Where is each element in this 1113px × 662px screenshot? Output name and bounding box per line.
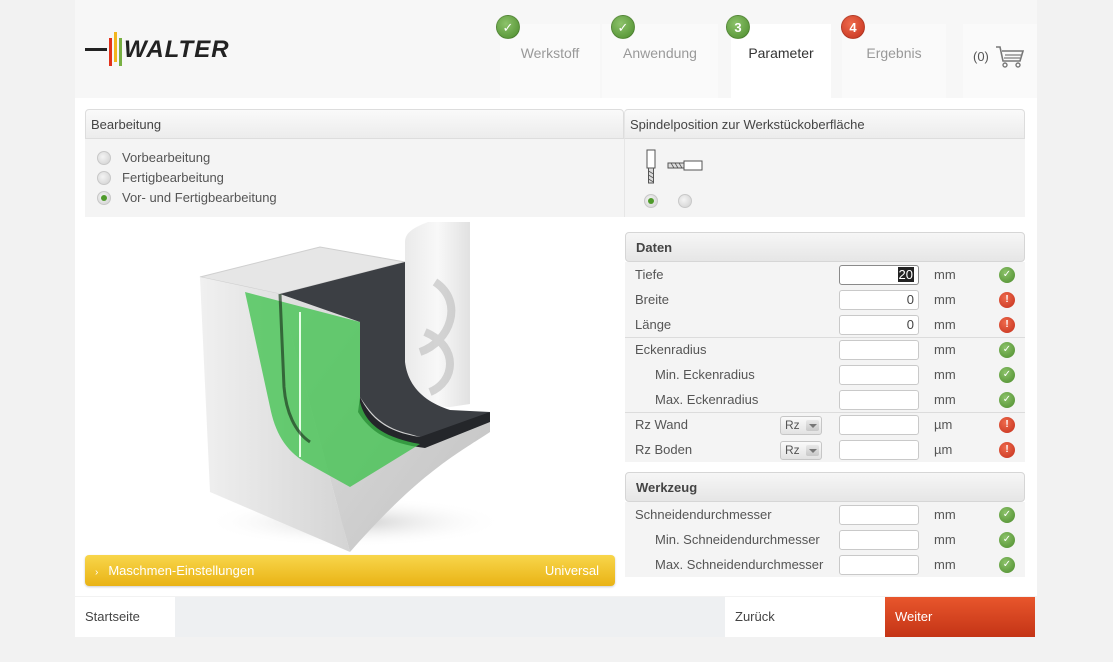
unit-label: µm xyxy=(934,442,953,457)
unit-label: mm xyxy=(934,507,956,522)
werkzeug-header: Werkzeug xyxy=(625,472,1025,502)
step-label: Parameter xyxy=(748,45,814,61)
radio-label: Vorbearbeitung xyxy=(122,150,211,165)
error-icon: ! xyxy=(999,442,1015,458)
radio-vor-und-fertigbearbeitung[interactable] xyxy=(97,191,111,205)
vertical-tool-icon xyxy=(646,149,656,184)
next-button[interactable]: Weiter xyxy=(885,597,1035,637)
error-icon: ! xyxy=(999,317,1015,333)
spindel-header: Spindelposition zur Werkstückoberfläche xyxy=(624,109,1025,139)
field-label: Max. Eckenradius xyxy=(655,392,759,407)
unit-label: mm xyxy=(934,292,956,307)
max-schneidendurchmesser-input[interactable] xyxy=(839,555,919,575)
daten-header: Daten xyxy=(625,232,1025,262)
chevron-down-icon xyxy=(806,420,819,431)
breite-input[interactable]: 0 xyxy=(839,290,919,310)
back-label: Zurück xyxy=(735,609,775,624)
rz-select-value: Rz xyxy=(785,418,800,432)
valid-check-icon: ✓ xyxy=(999,342,1015,358)
cart-icon xyxy=(996,46,1025,68)
field-label: Max. Schneidendurchmesser xyxy=(655,557,824,572)
step-number-badge: 4 xyxy=(841,15,865,39)
min-eckenradius-input[interactable] xyxy=(839,365,919,385)
horizontal-tool-icon xyxy=(667,160,703,171)
step-label: Werkstoff xyxy=(520,45,580,61)
valid-check-icon: ✓ xyxy=(999,392,1015,408)
unit-label: µm xyxy=(934,417,953,432)
unit-label: mm xyxy=(934,557,956,572)
daten-body xyxy=(625,262,1025,462)
field-label: Länge xyxy=(635,317,672,332)
radio-vorbearbeitung[interactable] xyxy=(97,151,111,165)
workpiece-illustration xyxy=(199,222,505,552)
machine-settings-label: Maschmen-Einstellungen xyxy=(108,563,255,578)
footer-spacer xyxy=(175,597,725,637)
field-label: Rz Boden xyxy=(635,442,693,457)
unit-label: mm xyxy=(934,342,956,357)
back-button[interactable]: Zurück xyxy=(725,597,885,637)
field-label: Min. Schneidendurchmesser xyxy=(655,532,820,547)
rz-boden-input[interactable] xyxy=(839,440,919,460)
werkzeug-title: Werkzeug xyxy=(636,480,698,495)
error-icon: ! xyxy=(999,292,1015,308)
next-label: Weiter xyxy=(895,609,933,624)
valid-check-icon: ✓ xyxy=(999,267,1015,283)
unit-label: mm xyxy=(934,267,956,282)
radio-label: Vor- und Fertigbearbeitung xyxy=(122,190,277,205)
valid-check-icon: ✓ xyxy=(999,367,1015,383)
radio-spindle-horizontal[interactable] xyxy=(678,194,692,208)
field-label: Rz Wand xyxy=(635,417,688,432)
valid-check-icon: ✓ xyxy=(999,507,1015,523)
row-divider xyxy=(625,412,1025,413)
valid-check-icon: ✓ xyxy=(999,557,1015,573)
check-icon: ✓ xyxy=(496,15,520,39)
field-label: Breite xyxy=(635,292,669,307)
bearbeitung-title: Bearbeitung xyxy=(91,117,162,132)
eckenradius-input[interactable] xyxy=(839,340,919,360)
rz-wand-select[interactable]: Rz xyxy=(780,416,822,435)
rz-select-value: Rz xyxy=(785,443,800,457)
min-schneidendurchmesser-input[interactable] xyxy=(839,530,919,550)
rz-wand-input[interactable] xyxy=(839,415,919,435)
home-label: Startseite xyxy=(85,609,140,624)
step-label: Ergebnis xyxy=(866,45,922,61)
step-number-badge: 3 xyxy=(726,15,750,39)
check-icon: ✓ xyxy=(611,15,635,39)
daten-title: Daten xyxy=(636,240,673,255)
tiefe-input[interactable]: 20 xyxy=(839,265,919,285)
max-eckenradius-input[interactable] xyxy=(839,390,919,410)
error-icon: ! xyxy=(999,417,1015,433)
field-label: Tiefe xyxy=(635,267,664,282)
field-label: Eckenradius xyxy=(635,342,707,357)
logo-text: WALTER xyxy=(124,36,230,63)
row-divider xyxy=(625,337,1025,338)
unit-label: mm xyxy=(934,392,956,407)
laenge-input[interactable]: 0 xyxy=(839,315,919,335)
radio-fertigbearbeitung[interactable] xyxy=(97,171,111,185)
cart-count: (0) xyxy=(973,49,989,64)
spindel-title: Spindelposition zur Werkstückoberfläche xyxy=(630,117,865,132)
bearbeitung-header: Bearbeitung xyxy=(85,109,624,139)
machine-settings-value: Universal xyxy=(544,563,599,578)
unit-label: mm xyxy=(934,317,956,332)
home-button[interactable]: Startseite xyxy=(75,597,175,637)
machine-settings-bar[interactable]: › Maschmen-Einstellungen Universal xyxy=(85,555,615,586)
unit-label: mm xyxy=(934,532,956,547)
chevron-down-icon xyxy=(806,445,819,456)
chevron-right-icon: › xyxy=(95,567,99,578)
schneidendurchmesser-input[interactable] xyxy=(839,505,919,525)
field-label: Schneidendurchmesser xyxy=(635,507,772,522)
step-label: Anwendung xyxy=(623,45,697,61)
tiefe-value: 20 xyxy=(897,267,914,282)
rz-boden-select[interactable]: Rz xyxy=(780,441,822,460)
unit-label: mm xyxy=(934,367,956,382)
radio-spindle-vertical[interactable] xyxy=(644,194,658,208)
field-label: Min. Eckenradius xyxy=(655,367,755,382)
valid-check-icon: ✓ xyxy=(999,532,1015,548)
radio-label: Fertigbearbeitung xyxy=(122,170,224,185)
